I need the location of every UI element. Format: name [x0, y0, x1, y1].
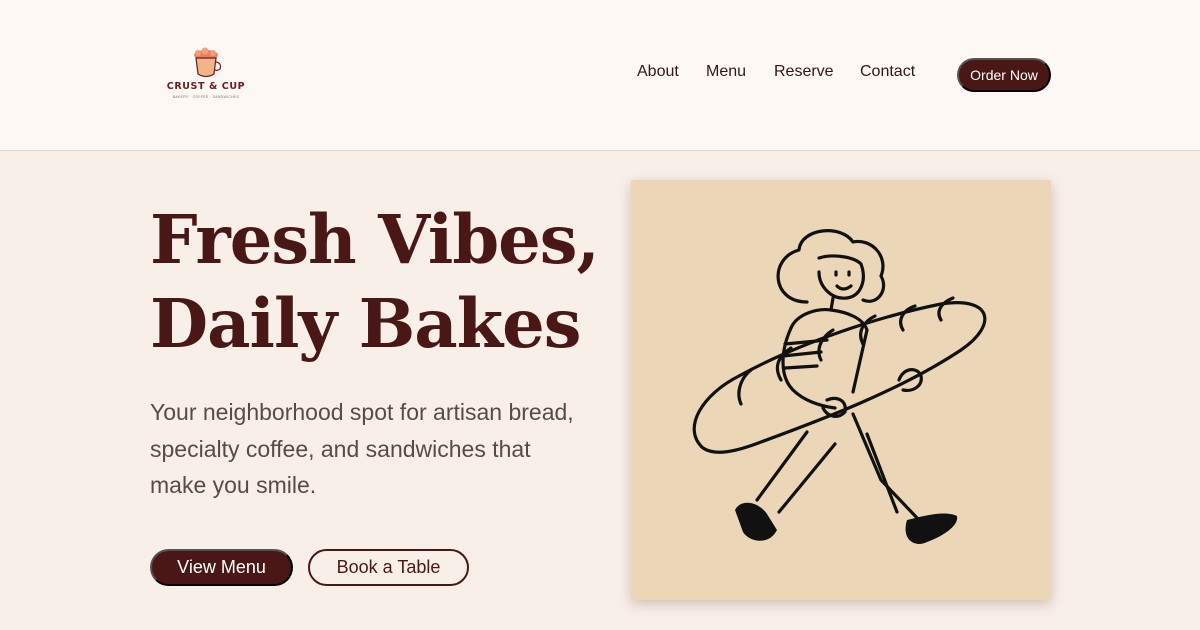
view-menu-button[interactable]: View Menu — [150, 549, 293, 586]
site-header: CRUST & CUP BAKERY · COFFEE · SANDWICHES… — [0, 0, 1200, 151]
person-carrying-baguette-illustration — [692, 229, 987, 544]
book-table-button[interactable]: Book a Table — [308, 549, 469, 586]
hero-title: Fresh Vibes, Daily Bakes — [150, 198, 610, 366]
nav-reserve[interactable]: Reserve — [774, 63, 834, 81]
brand-logo[interactable]: CRUST & CUP BAKERY · COFFEE · SANDWICHES — [158, 40, 254, 106]
hero-title-line-1: Fresh Vibes, — [150, 200, 600, 279]
nav-menu[interactable]: Menu — [706, 63, 746, 81]
order-now-button[interactable]: Order Now — [957, 58, 1051, 92]
hero-subtitle: Your neighborhood spot for artisan bread… — [150, 399, 574, 498]
nav-contact[interactable]: Contact — [860, 63, 915, 81]
coffee-cup-bread-icon — [194, 47, 222, 78]
hero-illustration — [631, 180, 1051, 600]
brand-tagline: BAKERY · COFFEE · SANDWICHES — [172, 95, 240, 99]
brand-name: CRUST & CUP — [166, 81, 246, 92]
hero-title-line-2: Daily Bakes — [150, 284, 582, 363]
nav-about[interactable]: About — [637, 63, 679, 81]
